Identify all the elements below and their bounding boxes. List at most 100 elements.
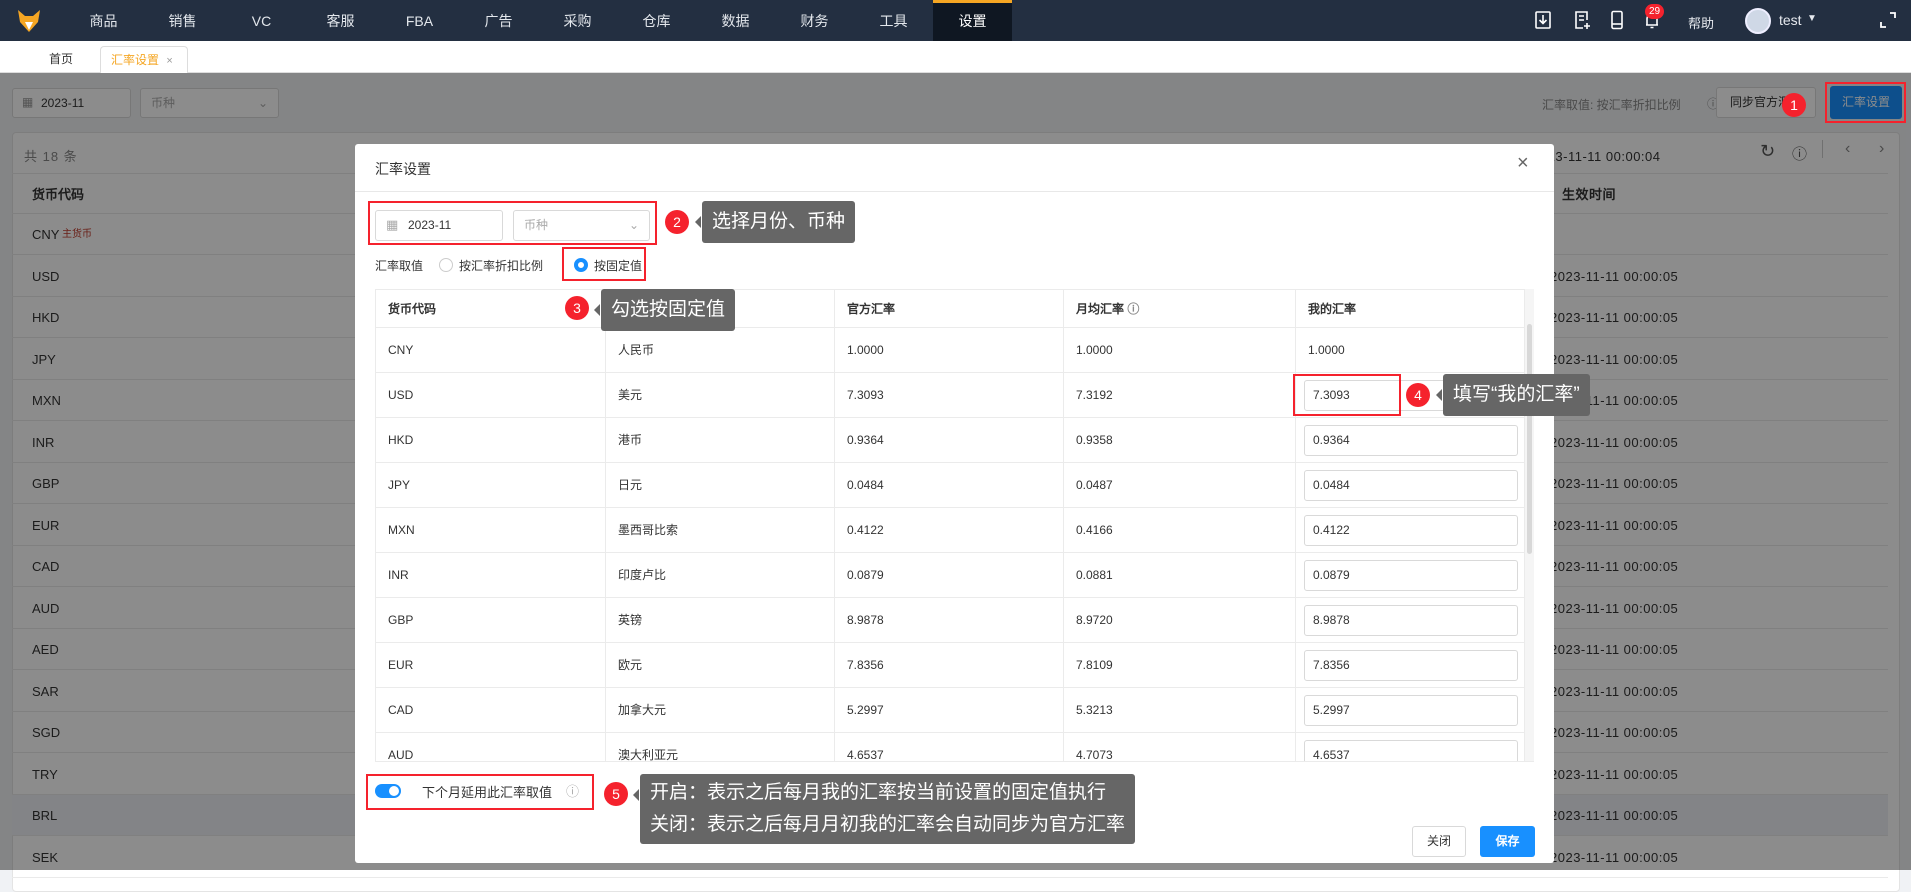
cell-my-rate: 0.0484 <box>1295 463 1524 507</box>
annotation-badge-1: 1 <box>1782 93 1806 117</box>
cell-my-rate: 0.0879 <box>1295 553 1524 597</box>
tab-bar: 首页 汇率设置 × <box>0 41 1911 73</box>
cell-name: 美元 <box>605 373 834 417</box>
document-add-icon[interactable] <box>1572 10 1592 30</box>
nav-item[interactable]: 仓库 <box>617 0 696 41</box>
cell-code: INR <box>375 553 605 597</box>
my-rate-input[interactable]: 8.9878 <box>1304 605 1518 636</box>
cell-avg: 0.4166 <box>1063 508 1295 552</box>
rate-settings-dialog: 汇率设置 × 2023-11 ▦ 币种 ⌄ 汇率取值 按汇率折扣比例 按固定值 货… <box>355 144 1554 863</box>
close-button[interactable]: 关闭 <box>1412 826 1466 857</box>
cell-official: 0.4122 <box>834 508 1063 552</box>
cell-avg: 8.9720 <box>1063 598 1295 642</box>
nav-item[interactable]: FBA <box>380 0 459 41</box>
cell-official: 0.9364 <box>834 418 1063 462</box>
cell-name: 欧元 <box>605 643 834 687</box>
cell-my-rate: 0.9364 <box>1295 418 1524 462</box>
my-rate-input[interactable]: 0.4122 <box>1304 515 1518 546</box>
cell-avg: 0.0881 <box>1063 553 1295 597</box>
rate-row: GBP 英镑 8.9878 8.9720 8.9878 <box>375 598 1524 643</box>
annotation-box-4 <box>1293 374 1401 416</box>
notification-badge: 29 <box>1645 4 1665 19</box>
cell-avg: 0.0487 <box>1063 463 1295 507</box>
cell-my-rate: 5.2997 <box>1295 688 1524 732</box>
annotation-badge-3: 3 <box>565 296 589 320</box>
nav-item[interactable]: VC <box>222 0 301 41</box>
cell-name: 港币 <box>605 418 834 462</box>
annotation-box-1 <box>1825 82 1906 123</box>
cell-official: 0.0484 <box>834 463 1063 507</box>
rate-row: CNY 人民币 1.0000 1.0000 1.0000 <box>375 328 1524 373</box>
cell-name: 印度卢比 <box>605 553 834 597</box>
cell-code: AUD <box>375 733 605 761</box>
cell-code: EUR <box>375 643 605 687</box>
cell-code: HKD <box>375 418 605 462</box>
cell-name: 英镑 <box>605 598 834 642</box>
user-menu[interactable]: test <box>1779 12 1802 28</box>
help-link[interactable]: 帮助 <box>1688 13 1714 32</box>
annotation-tip-5: 开启：表示之后每月我的汇率按当前设置的固定值执行 关闭：表示之后每月月初我的汇率会… <box>632 774 1136 844</box>
avatar[interactable] <box>1745 8 1771 34</box>
cell-avg: 4.7073 <box>1063 733 1295 761</box>
cell-my-rate: 1.0000 <box>1295 328 1524 372</box>
my-rate-input[interactable]: 0.0484 <box>1304 470 1518 501</box>
cell-code: JPY <box>375 463 605 507</box>
cell-avg: 0.9358 <box>1063 418 1295 462</box>
cell-official: 8.9878 <box>834 598 1063 642</box>
cell-my-rate: 8.9878 <box>1295 598 1524 642</box>
download-icon[interactable] <box>1533 10 1553 30</box>
my-rate-input[interactable]: 7.8356 <box>1304 650 1518 681</box>
tab-rate-settings[interactable]: 汇率设置 × <box>100 46 188 73</box>
nav-item[interactable]: 财务 <box>775 0 854 41</box>
cell-name: 澳大利亚元 <box>605 733 834 761</box>
nav-item[interactable]: 工具 <box>854 0 933 41</box>
nav-item[interactable]: 采购 <box>538 0 617 41</box>
rate-row: AUD 澳大利亚元 4.6537 4.7073 4.6537 <box>375 733 1524 761</box>
rate-row: HKD 港币 0.9364 0.9358 0.9364 <box>375 418 1524 463</box>
tab-home[interactable]: 首页 <box>49 46 73 73</box>
cell-code: USD <box>375 373 605 417</box>
nav-item[interactable]: 销售 <box>143 0 222 41</box>
cell-official: 4.6537 <box>834 733 1063 761</box>
save-button[interactable]: 保存 <box>1480 826 1535 857</box>
caret-down-icon[interactable]: ▼ <box>1807 13 1817 24</box>
nav-item[interactable]: 客服 <box>301 0 380 41</box>
cell-official: 7.3093 <box>834 373 1063 417</box>
annotation-badge-2: 2 <box>665 210 689 234</box>
cell-code: MXN <box>375 508 605 552</box>
nav-item[interactable]: 广告 <box>459 0 538 41</box>
annotation-badge-4: 4 <box>1406 383 1430 407</box>
tip-line-on: 开启：表示之后每月我的汇率按当前设置的固定值执行 <box>650 782 1107 803</box>
nav-item[interactable]: 商品 <box>64 0 143 41</box>
scrollbar-thumb[interactable] <box>1527 324 1532 554</box>
cell-name: 加拿大元 <box>605 688 834 732</box>
nav-item[interactable]: 设置 <box>933 0 1012 41</box>
table-scrollbar[interactable] <box>1524 289 1534 761</box>
fox-logo-icon[interactable] <box>16 8 42 34</box>
tab-close-icon[interactable]: × <box>166 55 172 67</box>
cell-name: 人民币 <box>605 328 834 372</box>
annotation-box-5 <box>366 774 594 810</box>
mobile-icon[interactable] <box>1607 10 1627 30</box>
fullscreen-icon[interactable] <box>1878 10 1898 30</box>
annotation-box-2 <box>368 201 657 245</box>
divider <box>375 761 1534 762</box>
cell-official: 0.0879 <box>834 553 1063 597</box>
cell-avg: 7.3192 <box>1063 373 1295 417</box>
rate-row: MXN 墨西哥比索 0.4122 0.4166 0.4122 <box>375 508 1524 553</box>
cell-official: 7.8356 <box>834 643 1063 687</box>
my-rate-input[interactable]: 0.9364 <box>1304 425 1518 456</box>
annotation-box-3 <box>562 247 646 281</box>
cell-avg: 1.0000 <box>1063 328 1295 372</box>
annotation-tip-4: 填写“我的汇率” <box>1436 374 1590 416</box>
my-rate-input[interactable]: 4.6537 <box>1304 740 1518 761</box>
rate-row: JPY 日元 0.0484 0.0487 0.0484 <box>375 463 1524 508</box>
rate-row: INR 印度卢比 0.0879 0.0881 0.0879 <box>375 553 1524 598</box>
tab-label: 汇率设置 <box>111 53 160 67</box>
nav-item[interactable]: 数据 <box>696 0 775 41</box>
top-nav: 商品 销售 VC 客服 FBA 广告 采购 仓库 数据 财务 工具 设置 29 帮助 test ▼ <box>0 0 1911 41</box>
my-rate-input[interactable]: 5.2997 <box>1304 695 1518 726</box>
rate-row: CAD 加拿大元 5.2997 5.3213 5.2997 <box>375 688 1524 733</box>
my-rate-input[interactable]: 0.0879 <box>1304 560 1518 591</box>
cell-official: 5.2997 <box>834 688 1063 732</box>
